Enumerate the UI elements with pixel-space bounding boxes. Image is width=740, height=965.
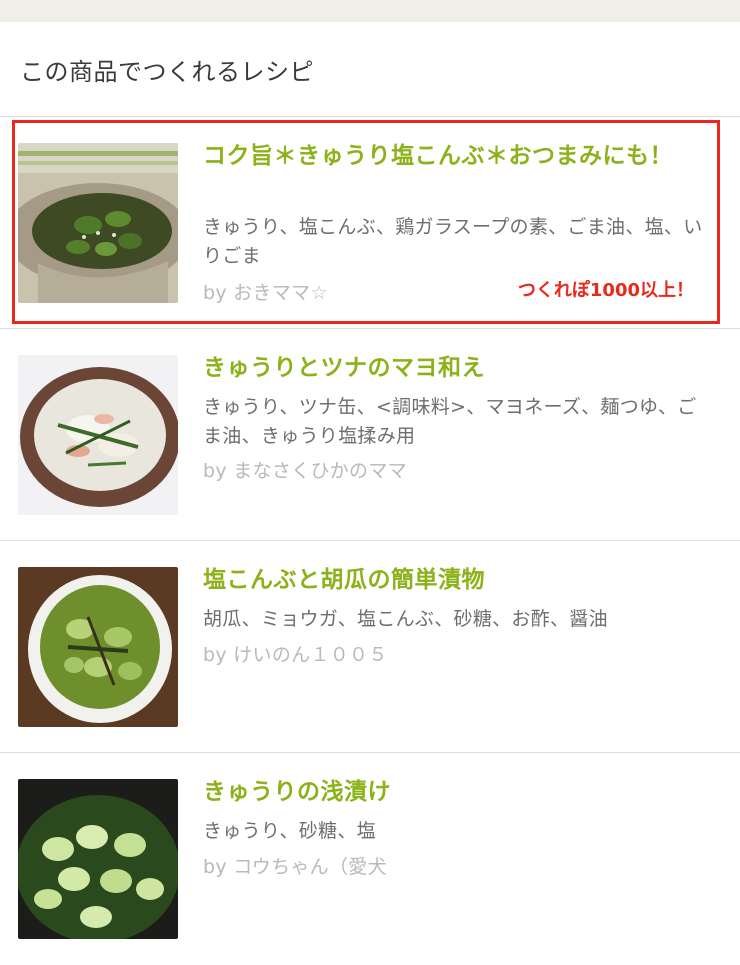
recipe-item-2[interactable]: きゅうりとツナのマヨ和え きゅうり、ツナ缶、<調味料>、マヨネーズ、麺つゆ、ごま… xyxy=(0,329,740,541)
recipe-title[interactable]: きゅうりの浅漬け xyxy=(203,775,703,809)
recipe-item-4[interactable]: きゅうりの浅漬け きゅうり、砂糖、塩 by コウちゃん（愛犬 xyxy=(0,753,740,965)
recipe-author[interactable]: by コウちゃん（愛犬 xyxy=(203,853,387,882)
recipe-item-3[interactable]: 塩こんぶと胡瓜の簡単漬物 胡瓜、ミョウガ、塩こんぶ、砂糖、お酢、醤油 by けい… xyxy=(0,541,740,753)
recipe-author[interactable]: by まなさくひかのママ xyxy=(203,457,407,486)
recipe-thumbnail[interactable] xyxy=(18,779,178,939)
recipe-author[interactable]: by けいのん１００５ xyxy=(203,641,388,670)
top-bar xyxy=(0,0,740,22)
section-title: この商品でつくれるレシピ xyxy=(20,58,314,86)
recipe-title[interactable]: きゅうりとツナのマヨ和え xyxy=(203,351,703,385)
recipe-ingredients: きゅうり、砂糖、塩 xyxy=(203,820,376,842)
tsukurepo-badge: つくれぽ1000以上！ xyxy=(517,280,694,301)
recipe-ingredients: きゅうり、ツナ缶、<調味料>、マヨネーズ、麺つゆ、ごま油、きゅうり塩揉み用 xyxy=(203,396,697,447)
recipe-thumbnail[interactable] xyxy=(18,355,178,515)
recipe-thumbnail[interactable] xyxy=(18,567,178,727)
recipe-title[interactable]: 塩こんぶと胡瓜の簡単漬物 xyxy=(203,563,703,597)
recipe-ingredients: 胡瓜、ミョウガ、塩こんぶ、砂糖、お酢、醤油 xyxy=(203,608,608,630)
